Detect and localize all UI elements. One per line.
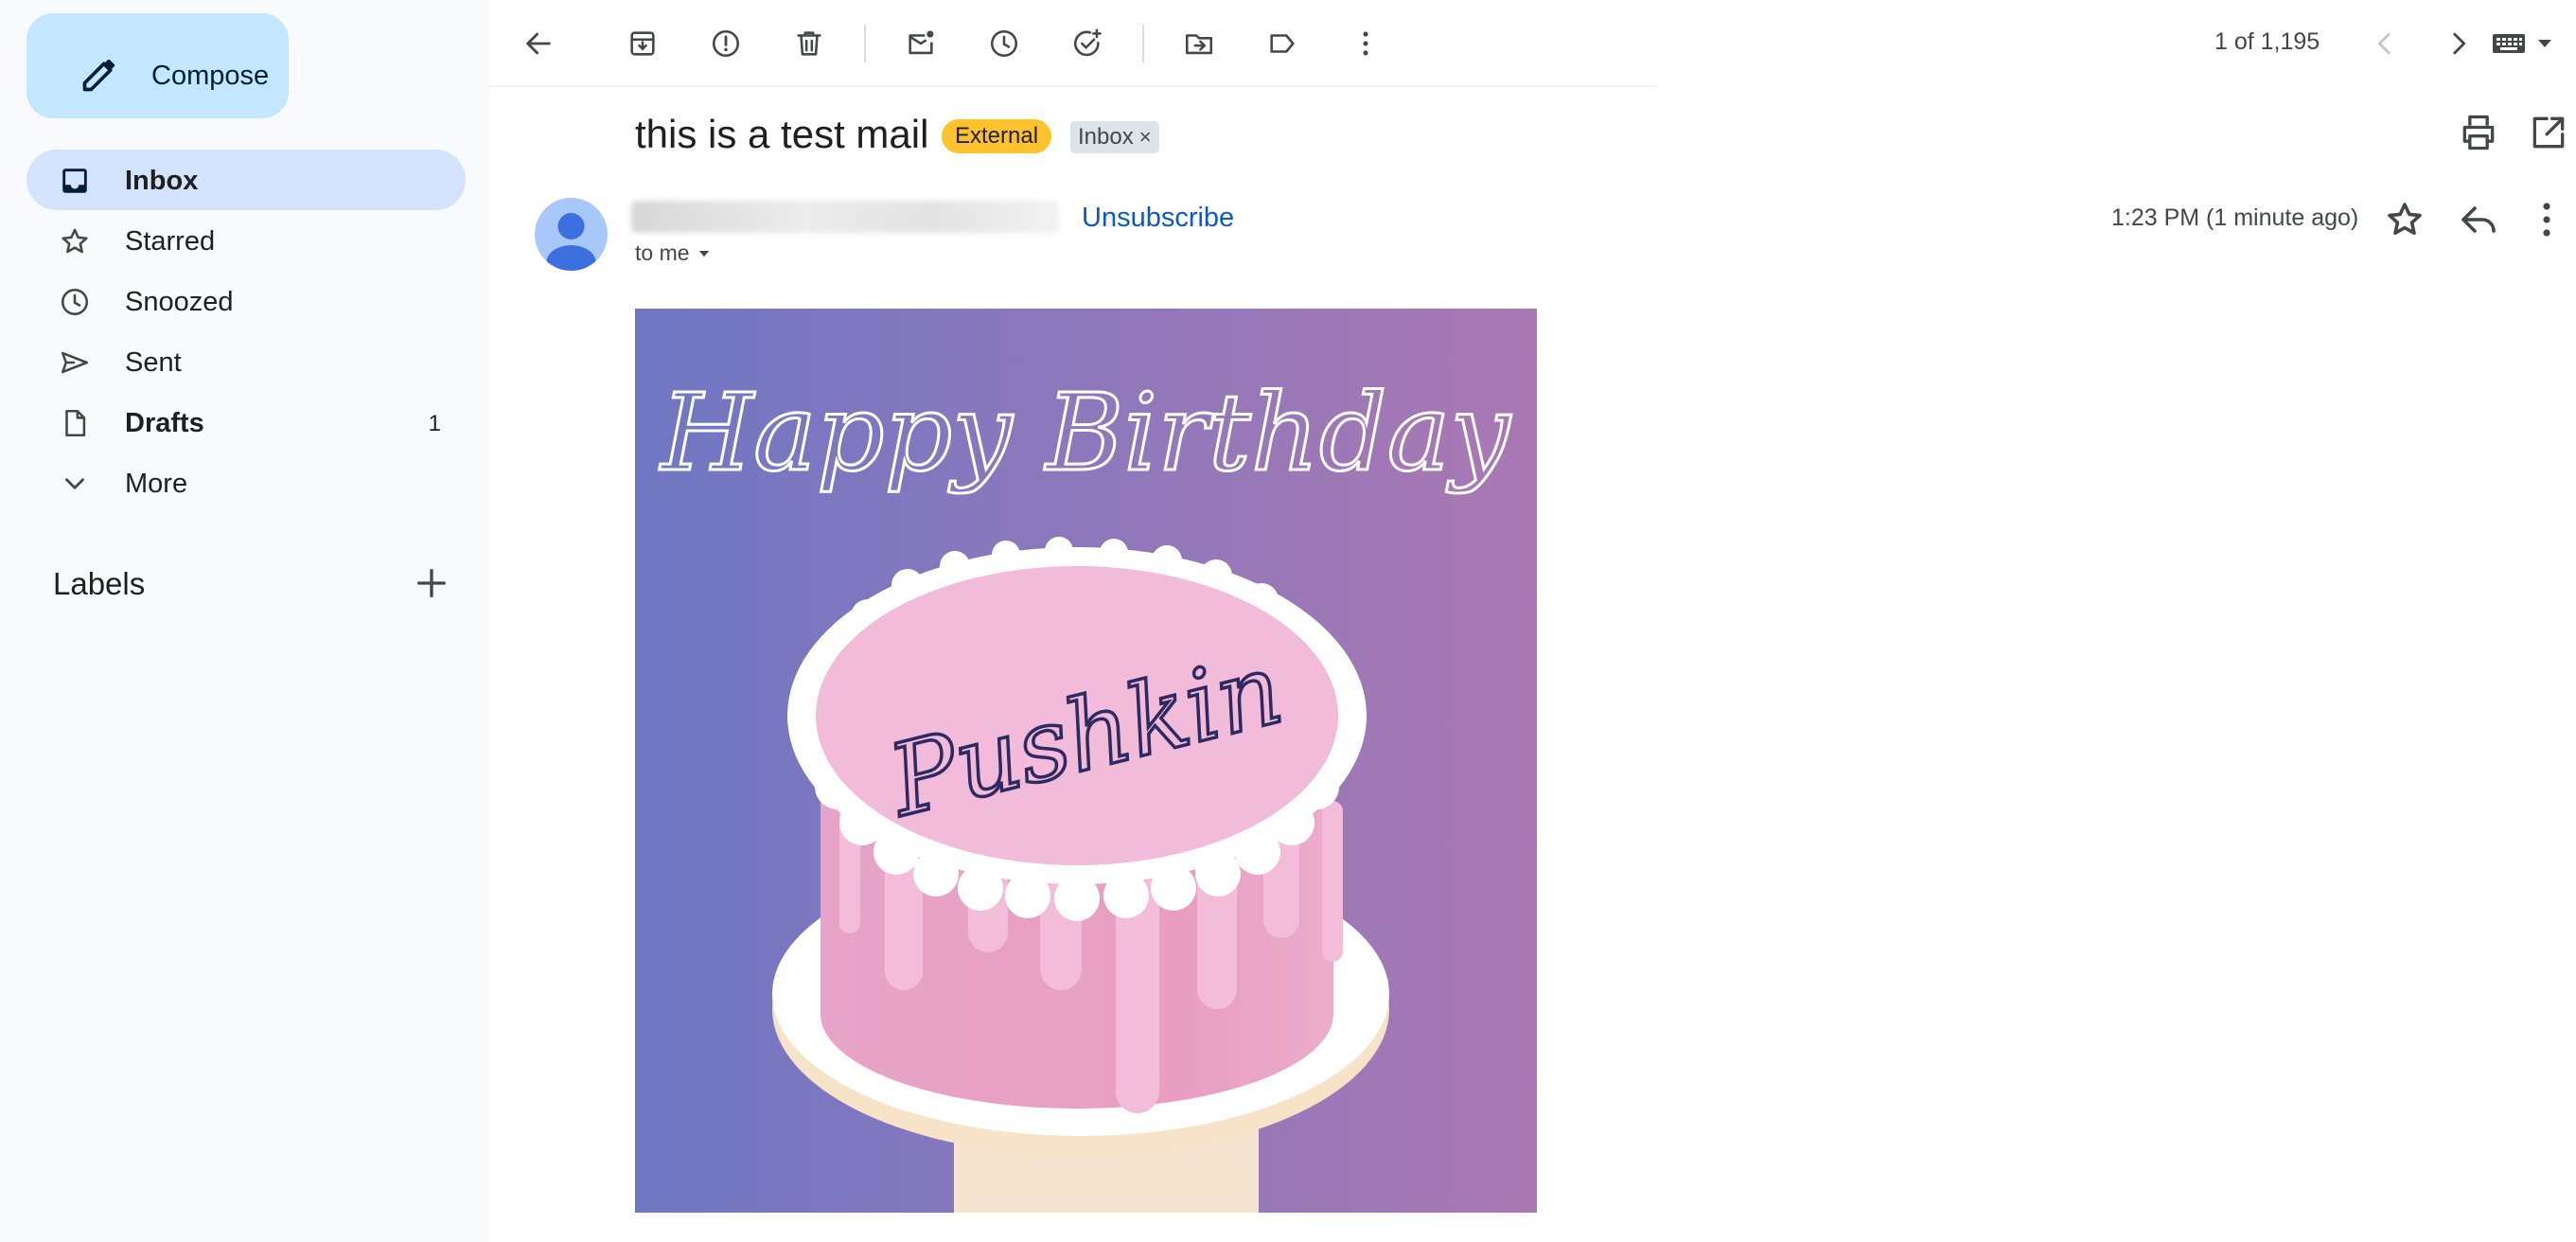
compose-label: Compose bbox=[151, 61, 270, 91]
snooze-button[interactable] bbox=[981, 21, 1027, 66]
clock-icon bbox=[61, 288, 89, 316]
add-task-icon bbox=[1073, 28, 1102, 57]
toolbar-divider bbox=[864, 25, 866, 62]
birthday-card-image: Happy Birthday Pushkin bbox=[635, 309, 1537, 1213]
birthday-cake-illustration: Happy Birthday Pushkin bbox=[635, 309, 1537, 1213]
prev-button[interactable] bbox=[2362, 21, 2408, 66]
inbox-chip-label: Inbox bbox=[1078, 124, 1134, 150]
compose-button[interactable]: Compose bbox=[26, 13, 289, 118]
message-subject: this is a test mail bbox=[635, 112, 929, 156]
delete-icon bbox=[797, 31, 821, 56]
back-button[interactable] bbox=[516, 21, 561, 66]
mark-unread-icon bbox=[909, 30, 934, 55]
open-new-window-icon[interactable] bbox=[2528, 112, 2569, 153]
star-icon[interactable] bbox=[2382, 197, 2427, 242]
pager-text: 1 of 1,195 bbox=[2214, 28, 2320, 55]
sidebar-item-label: More bbox=[125, 469, 188, 499]
labels-heading: Labels bbox=[53, 566, 146, 601]
archive-icon bbox=[630, 31, 655, 56]
sidebar-item-label: Snoozed bbox=[125, 287, 234, 317]
sidebar-item-label: Drafts bbox=[125, 408, 204, 438]
prev-icon bbox=[2377, 32, 2391, 55]
pencil-icon bbox=[82, 59, 115, 92]
back-arrow-icon bbox=[526, 32, 551, 55]
inbox-icon bbox=[62, 169, 87, 193]
unsubscribe-link[interactable]: Unsubscribe bbox=[1082, 203, 1234, 234]
next-icon bbox=[2453, 32, 2466, 55]
archive-button[interactable] bbox=[620, 21, 665, 66]
message-toolbar: 1 of 1,195 bbox=[489, 0, 2576, 87]
more-vert-icon bbox=[1363, 31, 1368, 56]
add-label-icon[interactable] bbox=[413, 564, 450, 602]
send-icon bbox=[61, 351, 89, 374]
avatar[interactable] bbox=[535, 198, 608, 271]
sidebar-item-label: Inbox bbox=[125, 166, 199, 196]
reply-icon[interactable] bbox=[2456, 197, 2501, 242]
caret-down-icon bbox=[698, 250, 709, 257]
sidebar-item-label: Starred bbox=[125, 226, 216, 257]
sidebar-item-more[interactable]: More bbox=[26, 452, 466, 513]
star-icon bbox=[62, 228, 88, 254]
label-button[interactable] bbox=[1260, 21, 1305, 66]
snooze-icon bbox=[990, 29, 1018, 58]
add-task-button[interactable] bbox=[1065, 21, 1110, 66]
card-headline: Happy Birthday bbox=[659, 372, 1511, 495]
print-icon[interactable] bbox=[2458, 112, 2499, 153]
recipient-details-toggle[interactable]: to me bbox=[635, 240, 713, 266]
move-to-button[interactable] bbox=[1176, 21, 1222, 66]
external-badge: External bbox=[942, 119, 1052, 153]
sidebar-item-snoozed[interactable]: Snoozed bbox=[26, 271, 466, 331]
label-icon bbox=[1270, 34, 1295, 53]
sender-name-redacted bbox=[631, 201, 1059, 233]
sidebar-item-inbox[interactable]: Inbox bbox=[26, 150, 466, 210]
chevron-down-icon bbox=[65, 478, 84, 489]
mark-unread-button[interactable] bbox=[898, 21, 944, 66]
inbox-label-chip[interactable]: Inbox × bbox=[1070, 121, 1159, 153]
delete-button[interactable] bbox=[786, 21, 832, 66]
sidebar-item-sent[interactable]: Sent bbox=[26, 331, 466, 392]
sidebar-item-starred[interactable]: Starred bbox=[26, 210, 466, 271]
remove-label-icon[interactable]: × bbox=[1139, 121, 1152, 153]
toolbar-divider-line bbox=[489, 85, 1657, 87]
next-button[interactable] bbox=[2436, 21, 2481, 66]
keyboard-icon[interactable] bbox=[2491, 27, 2561, 61]
draft-icon bbox=[65, 409, 86, 437]
sidebar-item-drafts[interactable]: Drafts 1 bbox=[26, 392, 466, 452]
message-timestamp: 1:23 PM (1 minute ago) bbox=[2111, 204, 2359, 231]
more-options-button[interactable] bbox=[1343, 21, 1388, 66]
report-spam-button[interactable] bbox=[703, 21, 749, 66]
drafts-count: 1 bbox=[428, 411, 441, 436]
person-icon bbox=[546, 213, 596, 271]
message-view: 1 of 1,195 this is a test mail External … bbox=[489, 0, 2576, 1242]
more-vert-icon[interactable] bbox=[2524, 197, 2569, 242]
move-to-icon bbox=[1185, 34, 1213, 55]
sidebar-item-label: Sent bbox=[125, 347, 182, 378]
to-me-label: to me bbox=[635, 240, 690, 265]
sidebar: Compose Inbox Starred Snoozed Sent Draft… bbox=[0, 0, 489, 1242]
toolbar-divider bbox=[1142, 25, 1144, 62]
report-spam-icon bbox=[712, 29, 740, 58]
